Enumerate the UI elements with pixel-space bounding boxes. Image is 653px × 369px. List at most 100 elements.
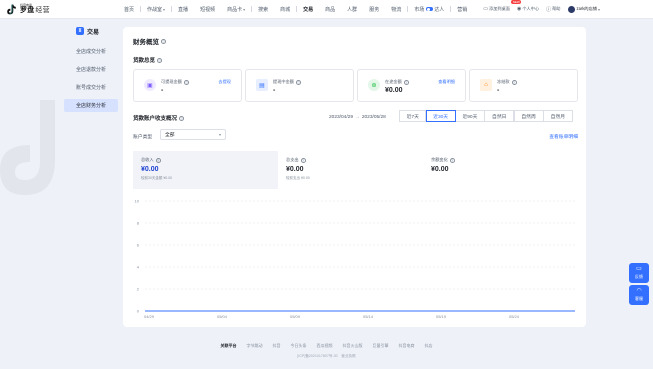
footer-link[interactable]: 抖音火山版 bbox=[343, 343, 363, 349]
footer-link[interactable]: 抖店 bbox=[425, 343, 433, 349]
date-end: 2023/05/28 bbox=[361, 114, 386, 120]
sidebar-item-shop-finance-analysis[interactable]: 全店财务分析 bbox=[64, 99, 118, 112]
finance-overview-card: 财务概览? 货款总览? ▣ 可提现金额? 去提现 - ▤ 提现中金额? - ⊜ … bbox=[123, 27, 586, 327]
header-tools: ▭ 添加到桌面 NEW ◉ 个人中心 ⓘ 帮助 zark的店铺 ▾ bbox=[483, 0, 600, 13]
help-icon[interactable]: ? bbox=[157, 57, 163, 63]
help-icon[interactable]: ? bbox=[403, 79, 409, 85]
help-button[interactable]: ⓘ 帮助 bbox=[546, 6, 560, 13]
nav-product[interactable]: 商品 bbox=[319, 0, 341, 19]
stat-label: 总收入 bbox=[141, 157, 154, 162]
sidebar-item-account-deal-analysis[interactable]: 账号成交分析 bbox=[64, 81, 118, 94]
income-line-chart: 0 2 4 6 8 10 04/29 05/04 05/09 05/14 05/19 05/24 bbox=[123, 195, 586, 327]
stat-total-expense[interactable]: 总支出? ¥0.00 较前支出 ¥0.00 bbox=[278, 151, 423, 189]
account-type-select[interactable]: 全部 ▾ bbox=[160, 129, 226, 140]
y-tick-label: 6 bbox=[137, 243, 140, 248]
box-value: - bbox=[161, 87, 164, 94]
chart-svg: 0 2 4 6 8 10 04/29 05/04 05/09 05/14 05/19 05/24 bbox=[135, 199, 575, 319]
help-icon[interactable]: ? bbox=[300, 157, 306, 163]
x-tick-label: 05/09 bbox=[290, 314, 301, 319]
desktop-icon: ▭ bbox=[483, 6, 488, 12]
stat-value: ¥0.00 bbox=[431, 166, 449, 173]
in-transit-box: ⊜ 在途金额? 查看明细 ¥0.00 bbox=[357, 69, 466, 102]
logo[interactable]: 抖音电商 罗盘经营 bbox=[6, 4, 68, 15]
douyin-logo-icon bbox=[6, 4, 17, 15]
box-value: ¥0.00 bbox=[385, 87, 403, 94]
view-bill-detail-link[interactable]: 查看账单明细 bbox=[549, 133, 578, 140]
footer-link[interactable]: 巨量引擎 bbox=[373, 343, 389, 349]
box-label: 提现中金额 bbox=[273, 79, 294, 84]
help-icon[interactable]: ? bbox=[161, 38, 166, 44]
period-90-days[interactable]: 近90天 bbox=[454, 110, 485, 122]
nav-home[interactable]: 首页 bbox=[118, 0, 140, 19]
stat-tabs: 总收入? ¥0.00 较前30天金额 ¥0.00 总支出? ¥0.00 较前支出… bbox=[133, 151, 568, 189]
withdraw-link[interactable]: 去提现 bbox=[218, 79, 231, 85]
footer-link[interactable]: 今日头条 bbox=[291, 343, 307, 349]
person-icon: ◉ bbox=[516, 6, 522, 12]
overview-section-title: 货款总览? bbox=[133, 57, 163, 64]
arrow-right-icon: → bbox=[355, 114, 360, 120]
account-type-value: 全部 bbox=[165, 133, 175, 138]
footer-links: 关联平台 字节跳动 抖音 今日头条 西瓜视频 抖音火山版 巨量引擎 抖音电商 抖… bbox=[0, 343, 653, 349]
period-natural-week[interactable]: 自然周 bbox=[513, 110, 544, 122]
x-tick-label: 05/14 bbox=[363, 314, 374, 319]
chevron-down-icon: ▾ bbox=[243, 6, 246, 12]
period-natural-day[interactable]: 自然日 bbox=[484, 110, 515, 122]
personal-center-button[interactable]: ◉ 个人中心 bbox=[517, 6, 539, 12]
customer-service-button[interactable]: ◠ 客服 bbox=[629, 285, 649, 305]
market-talent-toggle[interactable] bbox=[426, 7, 434, 11]
nav-short-video[interactable]: 短视频 bbox=[194, 0, 221, 19]
background-logo-watermark bbox=[0, 100, 55, 195]
footer-link[interactable]: 抖音 bbox=[273, 343, 281, 349]
nav-live[interactable]: 直播 bbox=[172, 0, 194, 19]
date-range-picker[interactable]: 2023/04/29 → 2023/05/28 bbox=[329, 112, 386, 122]
box-label: 在途金额 bbox=[385, 79, 402, 84]
feedback-button[interactable]: ▭ 反馈 bbox=[629, 263, 649, 283]
stat-balance-change[interactable]: 余额变化? ¥0.00 bbox=[423, 151, 568, 189]
withdrawable-box: ▣ 可提现金额? 去提现 - bbox=[133, 69, 242, 102]
nav-service[interactable]: 服务 bbox=[363, 0, 385, 19]
sidebar-item-shop-deal-analysis[interactable]: 全店成交分析 bbox=[64, 45, 118, 58]
period-30-days[interactable]: 近30天 bbox=[425, 110, 456, 122]
avatar bbox=[567, 5, 575, 13]
help-icon[interactable]: ? bbox=[511, 79, 517, 85]
user-menu[interactable]: zark的店铺 ▾ bbox=[567, 5, 600, 13]
view-detail-link[interactable]: 查看明细 bbox=[438, 79, 455, 85]
clock-icon: ▤ bbox=[256, 79, 268, 91]
page-title: 财务概览? bbox=[133, 38, 166, 46]
help-icon[interactable]: ? bbox=[179, 115, 185, 121]
chevron-down-icon: ▾ bbox=[597, 6, 600, 12]
period-selector: 近7天 近30天 近90天 自然日 自然周 自然月 bbox=[399, 110, 573, 122]
nav-crowd[interactable]: 人群 bbox=[341, 0, 363, 19]
add-to-desktop-button[interactable]: ▭ 添加到桌面 NEW bbox=[483, 0, 522, 12]
nav-mall[interactable]: 商城 bbox=[274, 0, 296, 19]
footer-link[interactable]: 字节跳动 bbox=[247, 343, 263, 349]
y-tick-label: 0 bbox=[137, 309, 140, 314]
chevron-down-icon: ▾ bbox=[163, 6, 166, 12]
help-icon[interactable]: ? bbox=[449, 157, 455, 163]
nav-marketing[interactable]: 营销 bbox=[451, 0, 473, 19]
y-tick-label: 4 bbox=[137, 265, 140, 270]
stat-total-income[interactable]: 总收入? ¥0.00 较前30天金额 ¥0.00 bbox=[133, 151, 278, 189]
stat-label: 余额变化 bbox=[431, 157, 448, 162]
stat-value: ¥0.00 bbox=[141, 166, 159, 173]
overview-boxes: ▣ 可提现金额? 去提现 - ▤ 提现中金额? - ⊜ 在途金额? 查看明细 ¥… bbox=[133, 69, 581, 102]
help-icon[interactable]: ? bbox=[155, 157, 161, 163]
nav-market-toggle[interactable]: 市场 达人 bbox=[408, 0, 450, 19]
nav-product-card[interactable]: 商品卡 ▾ bbox=[221, 0, 251, 19]
chat-icon: ▭ bbox=[636, 266, 642, 272]
x-tick-label: 05/24 bbox=[509, 314, 520, 319]
nav-trade[interactable]: 交易 bbox=[297, 0, 319, 19]
box-value: - bbox=[273, 87, 276, 94]
top-navigation-bar: 抖音电商 罗盘经营 首页 作战室 ▾ 直播 短视频 商品卡 ▾ 搜索 商城 交易 商… bbox=[0, 0, 653, 19]
nav-search[interactable]: 搜索 bbox=[252, 0, 274, 19]
help-icon[interactable]: ? bbox=[183, 79, 189, 85]
nav-war-room[interactable]: 作战室 ▾ bbox=[141, 0, 171, 19]
footer-link[interactable]: 西瓜视频 bbox=[317, 343, 333, 349]
footer-icp[interactable]: [ICP]备2021017807号-30 营业执照 bbox=[0, 354, 653, 359]
help-icon[interactable]: ? bbox=[295, 79, 301, 85]
period-7-days[interactable]: 近7天 bbox=[399, 110, 427, 122]
nav-logistics[interactable]: 物流 bbox=[385, 0, 407, 19]
sidebar-item-shop-refund-analysis[interactable]: 全店退款分析 bbox=[64, 63, 118, 76]
period-natural-month[interactable]: 自然月 bbox=[542, 110, 573, 122]
footer-link[interactable]: 抖音电商 bbox=[399, 343, 415, 349]
